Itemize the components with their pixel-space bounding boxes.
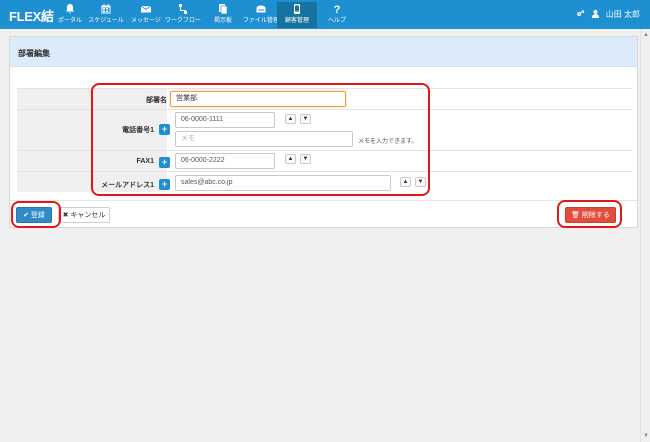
nav-customer-management-label: 顧客管理 (284, 18, 309, 24)
page-title: 部署編集 (10, 37, 637, 67)
move-down-arrow-icon[interactable]: ▼ (415, 177, 426, 187)
user-menu[interactable]: 山田 太郎 (576, 9, 640, 20)
move-down-arrow-icon[interactable]: ▼ (300, 154, 311, 164)
form-divider (10, 200, 637, 201)
scroll-down-arrow-icon[interactable]: ▼ (642, 432, 650, 440)
nav-file-management-label: ファイル管理 (242, 18, 279, 24)
nav-help[interactable]: ? ヘルプ (317, 2, 357, 28)
check-icon: ✔ (23, 212, 31, 219)
email-label: メールアドレス1 (101, 182, 154, 189)
question-icon: ? (333, 4, 341, 16)
dept-edit-panel: 部署編集 部署名 営業部 電話番号1 + 06-0000-1111 ▲ ▼ メモ… (9, 36, 638, 228)
add-email-plus-icon[interactable]: + (159, 179, 170, 190)
nav-schedule[interactable]: スケジュール (86, 2, 126, 28)
phone-input[interactable]: 06-0000-1111 (175, 112, 275, 128)
nav-bulletin[interactable]: 掲示板 (203, 2, 243, 28)
move-up-arrow-icon[interactable]: ▲ (400, 177, 411, 187)
workflow-icon (163, 3, 203, 17)
cancel-button[interactable]: ✖ キャンセル (58, 207, 110, 223)
scroll-up-arrow-icon[interactable]: ▲ (642, 31, 650, 39)
nav-portal-label: ポータル (57, 18, 82, 24)
move-up-arrow-icon[interactable]: ▲ (285, 154, 296, 164)
fax-label: FAX1 (136, 158, 154, 165)
nav-schedule-label: スケジュール (88, 18, 124, 24)
calendar-icon (86, 3, 126, 17)
nav-message[interactable]: メッセージ (126, 2, 166, 28)
nav-message-label: メッセージ (131, 18, 161, 24)
dept-name-input[interactable]: 営業部 (170, 91, 346, 107)
user-name: 山田 太郎 (605, 10, 640, 19)
move-up-arrow-icon[interactable]: ▲ (285, 114, 296, 124)
delete-button[interactable]: 🗑 削除する (565, 207, 616, 223)
row-fax: FAX1 + 06-0000-2222 ▲ ▼ (17, 150, 632, 171)
fax-input[interactable]: 06-0000-2222 (175, 153, 275, 169)
register-button-label: 登録 (30, 212, 45, 219)
nav-bulletin-label: 掲示板 (213, 18, 232, 24)
cancel-button-label: キャンセル (70, 212, 106, 219)
nav-portal[interactable]: ポータル (50, 2, 90, 28)
nav-workflow-label: ワークフロー (164, 18, 201, 24)
email-input[interactable]: sales@abc.co.jp (175, 175, 391, 191)
move-down-arrow-icon[interactable]: ▼ (300, 114, 311, 124)
add-fax-plus-icon[interactable]: + (159, 157, 170, 168)
phone-memo-hint: メモを入力できます。 (358, 139, 418, 145)
bell-icon (50, 3, 90, 17)
phone-device-icon (277, 3, 317, 17)
row-dept-name: 部署名 営業部 (17, 88, 632, 109)
trash-icon: 🗑 (571, 212, 582, 219)
phone-memo-input[interactable]: メモ (175, 131, 353, 147)
settings-gear-icon[interactable] (576, 9, 585, 20)
vertical-scrollbar[interactable]: ▲ ▼ (640, 29, 650, 442)
folder-icon (241, 3, 281, 17)
row-label-cell (17, 89, 167, 109)
nav-workflow[interactable]: ワークフロー (163, 2, 203, 28)
bulletin-icon (203, 3, 243, 17)
row-email: メールアドレス1 + sales@abc.co.jp ▲ ▼ (17, 171, 632, 192)
add-phone-plus-icon[interactable]: + (159, 124, 170, 135)
phone-label: 電話番号1 (122, 127, 154, 134)
row-phone: 電話番号1 + 06-0000-1111 ▲ ▼ メモ メモを入力できます。 (17, 109, 632, 150)
top-nav-bar: FLEX結 ポータル スケジュール メッセージ ワークフロー 掲示板 ファイル管… (0, 0, 650, 29)
user-avatar-icon (591, 9, 600, 20)
nav-help-label: ヘルプ (327, 18, 346, 24)
app-logo[interactable]: FLEX結 (9, 6, 54, 25)
delete-button-label: 削除する (581, 212, 610, 219)
register-button[interactable]: ✔ 登録 (16, 207, 52, 223)
nav-file-management[interactable]: ファイル管理 (241, 2, 281, 28)
envelope-icon (126, 3, 166, 17)
nav-customer-management[interactable]: 顧客管理 (277, 2, 317, 28)
dept-name-label: 部署名 (146, 97, 167, 104)
